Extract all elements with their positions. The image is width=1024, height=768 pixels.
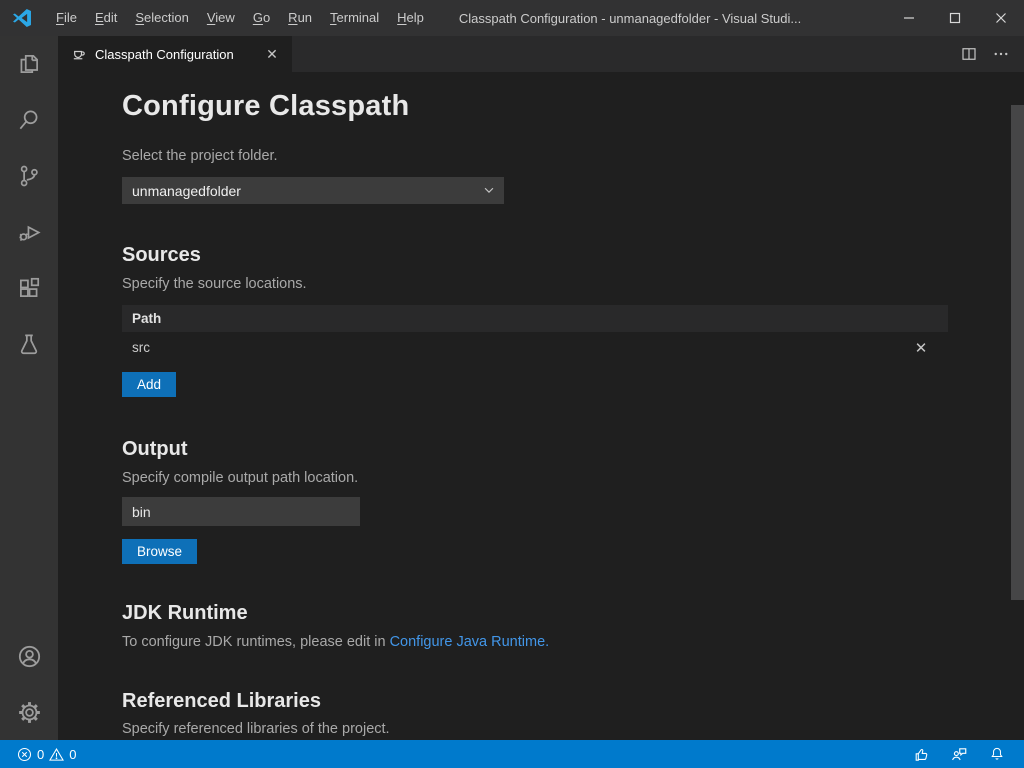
window-title: Classpath Configuration - unmanagedfolde… bbox=[459, 11, 801, 26]
menu-terminal[interactable]: Terminal bbox=[321, 0, 388, 36]
search-icon[interactable] bbox=[0, 92, 58, 148]
project-folder-selected-value: unmanagedfolder bbox=[132, 183, 241, 199]
minimize-button[interactable] bbox=[886, 0, 932, 36]
project-folder-select[interactable]: unmanagedfolder bbox=[122, 177, 504, 204]
explorer-icon[interactable] bbox=[0, 36, 58, 92]
menu-selection[interactable]: Selection bbox=[126, 0, 197, 36]
warning-count: 0 bbox=[69, 747, 76, 762]
source-path-value: src bbox=[132, 340, 150, 355]
error-count: 0 bbox=[37, 747, 44, 762]
tab-close-icon[interactable]: ✕ bbox=[262, 44, 282, 64]
output-description: Specify compile output path location. bbox=[122, 470, 1012, 486]
output-heading: Output bbox=[122, 438, 1012, 461]
menu-edit[interactable]: Edit bbox=[86, 0, 126, 36]
source-control-icon[interactable] bbox=[0, 148, 58, 204]
browse-output-button[interactable]: Browse bbox=[122, 539, 197, 564]
vscode-logo-icon bbox=[11, 7, 33, 29]
sources-heading: Sources bbox=[122, 244, 1012, 267]
remove-source-icon[interactable]: ✕ bbox=[912, 339, 930, 357]
split-editor-icon[interactable] bbox=[960, 45, 978, 63]
vertical-scrollbar[interactable] bbox=[1011, 105, 1024, 600]
classpath-configuration-panel: Configure Classpath Select the project f… bbox=[58, 72, 1024, 740]
output-path-input[interactable] bbox=[122, 497, 360, 526]
menu-run[interactable]: Run bbox=[279, 0, 321, 36]
warning-icon bbox=[49, 747, 64, 762]
titlebar: File Edit Selection View Go Run Terminal… bbox=[0, 0, 1024, 36]
source-row-src[interactable]: src ✕ bbox=[122, 332, 948, 363]
configure-java-runtime-link[interactable]: Configure Java Runtime. bbox=[390, 634, 550, 650]
menu-view[interactable]: View bbox=[198, 0, 244, 36]
extensions-icon[interactable] bbox=[0, 260, 58, 316]
add-source-button[interactable]: Add bbox=[122, 372, 176, 397]
sources-table-header: Path bbox=[122, 305, 948, 332]
more-actions-icon[interactable] bbox=[992, 45, 1010, 63]
sources-description: Specify the source locations. bbox=[122, 276, 1012, 292]
sources-table: Path src ✕ bbox=[122, 305, 948, 363]
project-folder-label: Select the project folder. bbox=[122, 148, 1012, 164]
error-icon bbox=[17, 747, 32, 762]
run-debug-icon[interactable] bbox=[0, 204, 58, 260]
problems-indicator[interactable]: 0 0 bbox=[12, 740, 81, 768]
activity-bar-spacer bbox=[0, 372, 58, 628]
settings-gear-icon[interactable] bbox=[0, 684, 58, 740]
page-title: Configure Classpath bbox=[122, 90, 1012, 123]
maximize-button[interactable] bbox=[932, 0, 978, 36]
java-cup-icon bbox=[70, 46, 87, 63]
account-icon[interactable] bbox=[0, 628, 58, 684]
jdk-runtime-heading: JDK Runtime bbox=[122, 602, 1012, 625]
menu-help[interactable]: Help bbox=[388, 0, 433, 36]
feedback-person-icon[interactable] bbox=[944, 740, 974, 768]
tab-label: Classpath Configuration bbox=[95, 47, 234, 62]
referenced-libraries-heading: Referenced Libraries bbox=[122, 690, 1012, 713]
thumbs-up-icon[interactable] bbox=[906, 740, 936, 768]
close-window-button[interactable] bbox=[978, 0, 1024, 36]
menu-file[interactable]: File bbox=[47, 0, 86, 36]
menu-go[interactable]: Go bbox=[244, 0, 279, 36]
bell-icon[interactable] bbox=[982, 740, 1012, 768]
chevron-down-icon bbox=[482, 183, 496, 197]
testing-icon[interactable] bbox=[0, 316, 58, 372]
tab-bar: Classpath Configuration ✕ bbox=[58, 36, 1024, 72]
status-bar: 0 0 bbox=[0, 740, 1024, 768]
activity-bar bbox=[0, 36, 58, 740]
tab-classpath-configuration[interactable]: Classpath Configuration ✕ bbox=[58, 36, 292, 72]
referenced-libraries-description: Specify referenced libraries of the proj… bbox=[122, 721, 1012, 737]
jdk-runtime-text: To configure JDK runtimes, please edit i… bbox=[122, 634, 390, 650]
path-column-header: Path bbox=[132, 311, 161, 326]
